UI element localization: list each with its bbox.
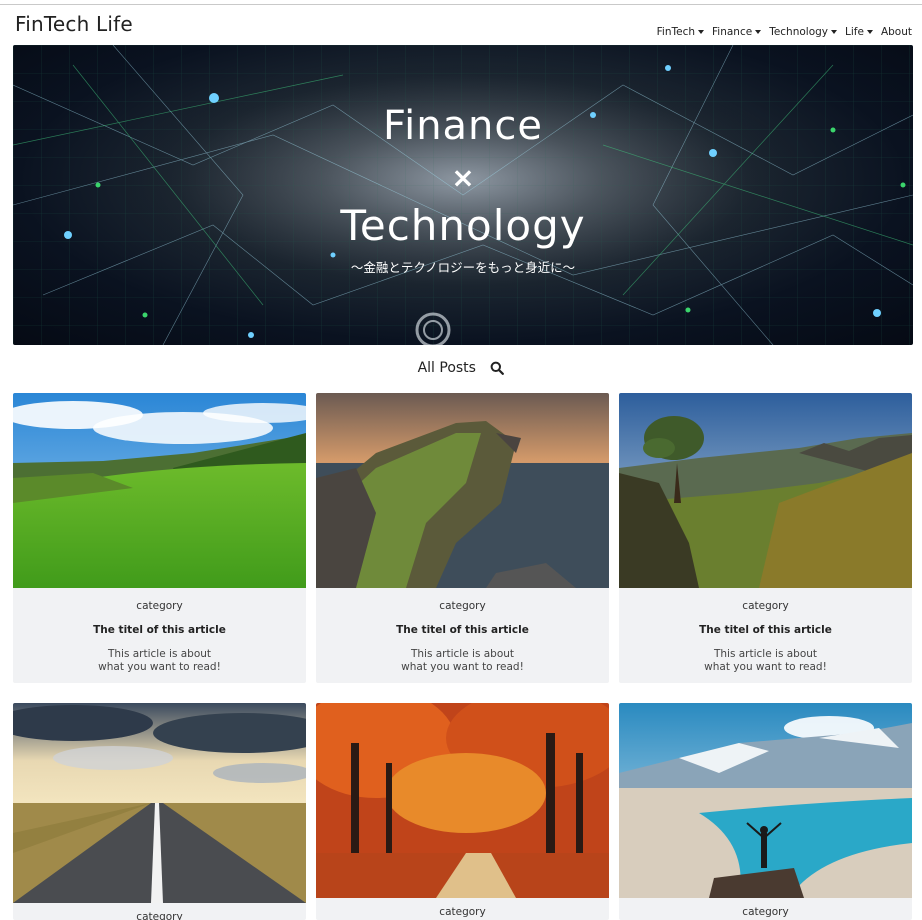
post-image-sea-cliff[interactable] <box>316 393 609 588</box>
caret-down-icon <box>866 30 873 34</box>
nav-label: Technology <box>769 26 829 38</box>
post-image-glacier-river[interactable] <box>619 703 912 898</box>
nav-item-finance[interactable]: Finance <box>712 26 762 38</box>
hero-subtitle: 〜金融とテクノロジーをもっと身近に〜 <box>350 260 576 275</box>
post-card[interactable]: category <box>619 703 912 920</box>
post-category[interactable]: category <box>619 600 912 612</box>
all-posts-header: All Posts <box>0 360 922 376</box>
post-desc-line: This article is about <box>107 648 212 660</box>
post-meta: category The titel of this article This … <box>13 588 306 674</box>
nav-label: About <box>880 26 912 38</box>
hero-text: Finance × Technology 〜金融とテクノロジーをもっと身近に〜 <box>13 45 913 345</box>
post-meta: category <box>619 898 912 918</box>
post-meta: category The titel of this article This … <box>316 588 609 674</box>
hero-times-symbol: × <box>451 161 475 194</box>
post-category[interactable]: category <box>316 906 609 918</box>
nav-item-technology[interactable]: Technology <box>769 26 838 38</box>
search-icon[interactable] <box>490 361 505 375</box>
main-nav: FinTech Finance Technology Life About <box>657 26 912 38</box>
all-posts-label[interactable]: All Posts <box>418 360 476 376</box>
post-title[interactable]: The titel of this article <box>619 624 912 636</box>
nav-label: FinTech <box>656 26 696 38</box>
hero-heading-finance: Finance <box>382 103 544 149</box>
post-category[interactable]: category <box>13 911 306 920</box>
post-description: This article is about what you want to r… <box>13 648 306 674</box>
caret-down-icon <box>698 30 705 34</box>
post-description: This article is about what you want to r… <box>619 648 912 674</box>
post-card[interactable]: category The titel of this article This … <box>619 393 912 683</box>
post-image-road[interactable] <box>13 703 306 903</box>
nav-item-life[interactable]: Life <box>845 26 873 38</box>
post-meta: category <box>13 903 306 920</box>
post-desc-line: what you want to read! <box>401 661 524 673</box>
nav-label: Finance <box>712 26 753 38</box>
post-card[interactable]: category The titel of this article This … <box>13 393 306 683</box>
post-title[interactable]: The titel of this article <box>13 624 306 636</box>
hero-banner: Finance × Technology 〜金融とテクノロジーをもっと身近に〜 <box>13 45 913 345</box>
post-desc-line: This article is about <box>410 648 515 660</box>
site-title[interactable]: FinTech Life <box>15 12 133 36</box>
post-category[interactable]: category <box>619 906 912 918</box>
post-card[interactable]: category <box>13 703 306 920</box>
top-divider <box>0 4 922 5</box>
post-image-highland-tree[interactable] <box>619 393 912 588</box>
nav-item-fintech[interactable]: FinTech <box>656 26 705 38</box>
post-desc-line: what you want to read! <box>98 661 221 673</box>
post-category[interactable]: category <box>13 600 306 612</box>
hero-heading-technology: Technology <box>340 201 586 250</box>
post-meta: category The titel of this article This … <box>619 588 912 674</box>
nav-item-about[interactable]: About <box>881 26 912 38</box>
caret-down-icon <box>831 30 838 34</box>
post-card[interactable]: category <box>316 703 609 920</box>
post-card[interactable]: category The titel of this article This … <box>316 393 609 683</box>
post-image-autumn-forest[interactable] <box>316 703 609 898</box>
post-description: This article is about what you want to r… <box>316 648 609 674</box>
post-desc-line: This article is about <box>713 648 818 660</box>
post-desc-line: what you want to read! <box>704 661 827 673</box>
post-title[interactable]: The titel of this article <box>316 624 609 636</box>
caret-down-icon <box>755 30 762 34</box>
post-category[interactable]: category <box>316 600 609 612</box>
nav-label: Life <box>845 26 864 38</box>
post-image-meadow[interactable] <box>13 393 306 588</box>
post-meta: category <box>316 898 609 918</box>
